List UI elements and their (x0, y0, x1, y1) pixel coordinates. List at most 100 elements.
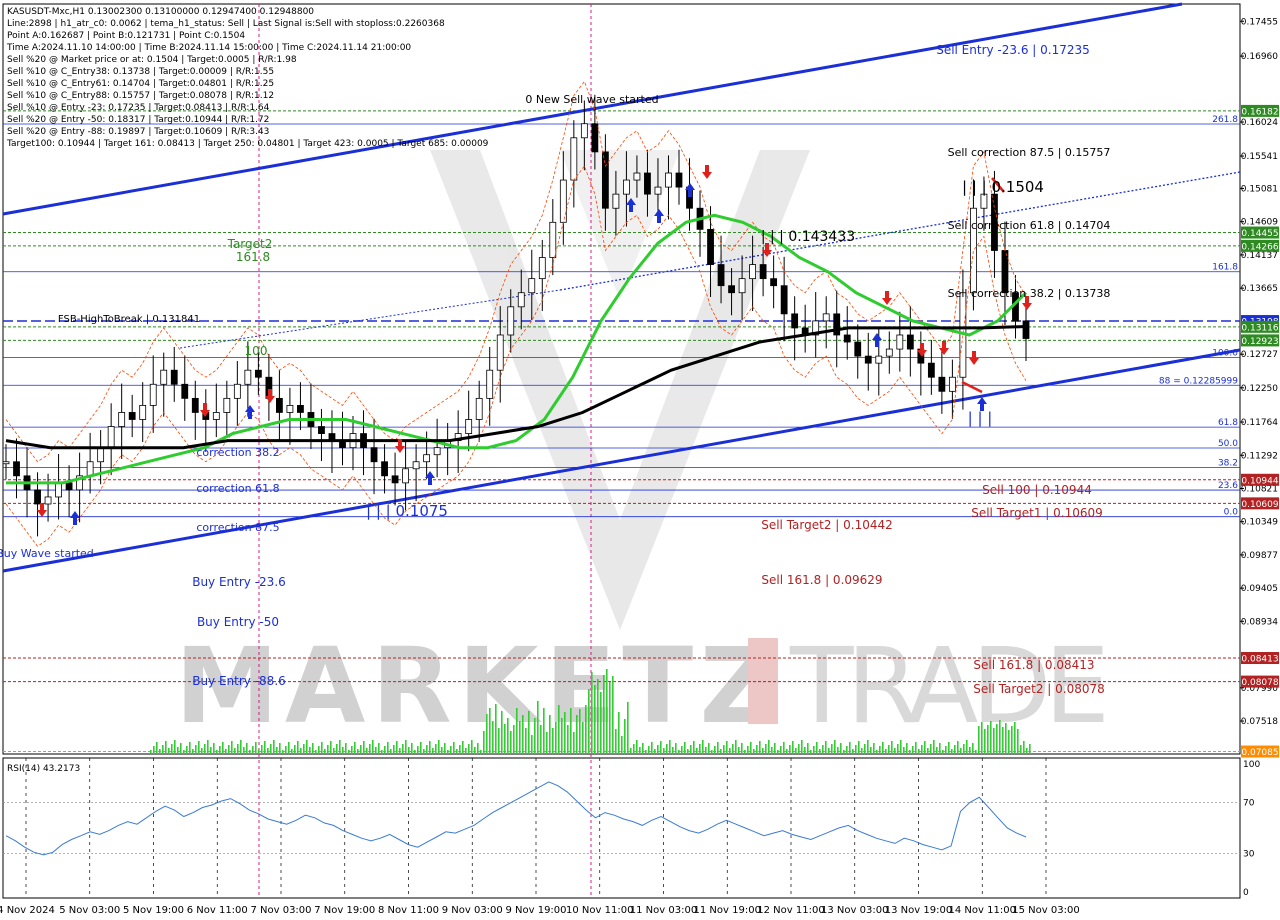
volume-bar (669, 740, 671, 754)
price-badge-label: 0.14455 (1241, 229, 1278, 239)
header-line: Time A:2024.11.10 14:00:00 | Time B:2024… (6, 43, 411, 53)
annotation-sell-100: Sell 100 | 0.10944 (982, 483, 1092, 497)
time-axis-label: 10 Nov 11:00 (566, 905, 633, 916)
annotation-sell-corr-875: Sell correction 87.5 | 0.15757 (948, 146, 1111, 159)
volume-bar (600, 692, 602, 754)
volume-bar (561, 718, 563, 754)
volume-bar (240, 740, 242, 754)
candle-body (475, 397, 483, 420)
price-tick-label: 0.14609 (1241, 218, 1278, 228)
candle-body (233, 383, 241, 399)
candle-body (433, 447, 441, 456)
volume-bar (456, 749, 458, 754)
volume-bar (993, 728, 995, 754)
fib-level-label: 261.8 (1212, 115, 1238, 125)
annotation-sell-target2b: Sell Target2 | 0.08078 (973, 682, 1105, 696)
annotation-sell-target2: Sell Target2 | 0.10442 (761, 518, 893, 532)
volume-bar (336, 744, 338, 754)
volume-bar (729, 748, 731, 754)
volume-bar (288, 742, 290, 754)
time-axis-label: 11 Nov 19:00 (694, 905, 761, 916)
volume-bar (198, 741, 200, 754)
volume-bar (816, 742, 818, 754)
candle-body (633, 172, 641, 181)
volume-bar (720, 749, 722, 754)
volume-bar (918, 749, 920, 754)
volume-bar (381, 750, 383, 754)
header-line: Sell %10 @ C_Entry38: 0.13738 | Target:0… (7, 67, 274, 77)
annotation-buy-wave: Buy Wave started (0, 547, 94, 560)
candle-body (580, 123, 588, 139)
candle-body (44, 496, 52, 505)
volume-bar (990, 721, 992, 754)
volume-bar (216, 750, 218, 754)
volume-bar (645, 750, 647, 754)
volume-bar (840, 743, 842, 754)
volume-bar (858, 741, 860, 754)
volume-bar (819, 749, 821, 754)
volume-bar (333, 748, 335, 754)
candle-body (223, 397, 231, 413)
volume-bar (507, 718, 509, 754)
candle-body (276, 397, 283, 413)
volume-bar (732, 744, 734, 754)
volume-bar (273, 740, 275, 754)
volume-bar (960, 748, 962, 754)
volume-bar (930, 744, 932, 754)
volume-bar (207, 740, 209, 754)
annotation-point-b: | | | (968, 409, 993, 427)
candle-body (864, 355, 872, 364)
price-tick-label: 0.17455 (1241, 17, 1278, 27)
volume-bar (639, 747, 641, 754)
volume-bar (555, 722, 557, 754)
annotation-low-value: | | | 0.1075 (366, 502, 448, 520)
volume-bar (327, 745, 329, 754)
candle-body (906, 334, 914, 350)
volume-bar (963, 744, 965, 754)
volume-bar (444, 743, 446, 754)
candle-body (780, 285, 788, 315)
volume-bar (891, 741, 893, 754)
volume-bar (933, 740, 935, 754)
candle-body (412, 461, 420, 470)
volume-bar (549, 715, 551, 754)
candle-body (86, 461, 94, 477)
price-chart-svg: MARKETZ TRADE4 Nov 2024 5 Nov 03:00 5 Nov 1… (0, 2, 1279, 916)
volume-bar (894, 748, 896, 754)
annotation-buy-entry-886: Buy Entry -88.6 (192, 674, 286, 688)
volume-bar (321, 742, 323, 754)
volume-bar (864, 744, 866, 754)
volume-bar (714, 746, 716, 754)
volume-bar (888, 745, 890, 754)
volume-bar (438, 740, 440, 754)
volume-bar (348, 750, 350, 754)
volume-bar (489, 708, 491, 754)
candle-body (128, 412, 136, 420)
time-axis-label: 9 Nov 19:00 (505, 905, 566, 916)
volume-bar (309, 747, 311, 754)
price-tick-label: 0.16960 (1241, 52, 1278, 62)
volume-bar (225, 749, 227, 754)
volume-bar (450, 746, 452, 754)
volume-bar (903, 747, 905, 754)
volume-bar (579, 709, 581, 754)
volume-bar (822, 745, 824, 754)
candle-body (107, 426, 115, 449)
volume-bar (510, 731, 512, 754)
header-line: Sell %10 @ C_Entry61: 0.14704 | Target:0… (7, 79, 274, 89)
volume-bar (534, 718, 536, 754)
volume-bar (618, 712, 620, 754)
volume-bar (804, 747, 806, 754)
volume-bar (414, 750, 416, 754)
volume-bar (642, 743, 644, 754)
candle-body (286, 405, 294, 413)
volume-bar (483, 731, 485, 754)
volume-bar (306, 740, 308, 754)
volume-bar (1026, 748, 1028, 754)
price-tick-label: 0.11292 (1241, 451, 1278, 461)
candle-body (591, 123, 599, 153)
volume-bar (927, 748, 929, 754)
volume-bar (837, 747, 839, 754)
volume-bar (666, 744, 668, 754)
volume-bar (651, 742, 653, 754)
